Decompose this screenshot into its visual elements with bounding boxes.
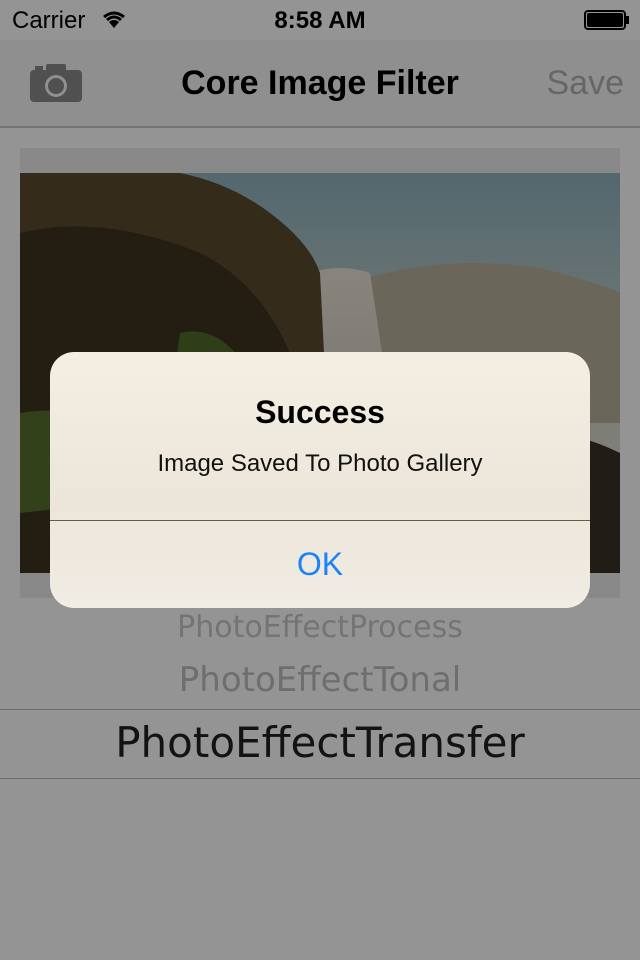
- alert-title: Success: [255, 394, 385, 430]
- app-screen: Carrier 8:58 AM Core Image Filter Save P…: [0, 0, 640, 960]
- alert-message: Image Saved To Photo Gallery: [157, 450, 483, 477]
- alert-dialog: Success Image Saved To Photo Gallery OK: [50, 352, 590, 608]
- alert-ok-button[interactable]: OK: [50, 521, 590, 608]
